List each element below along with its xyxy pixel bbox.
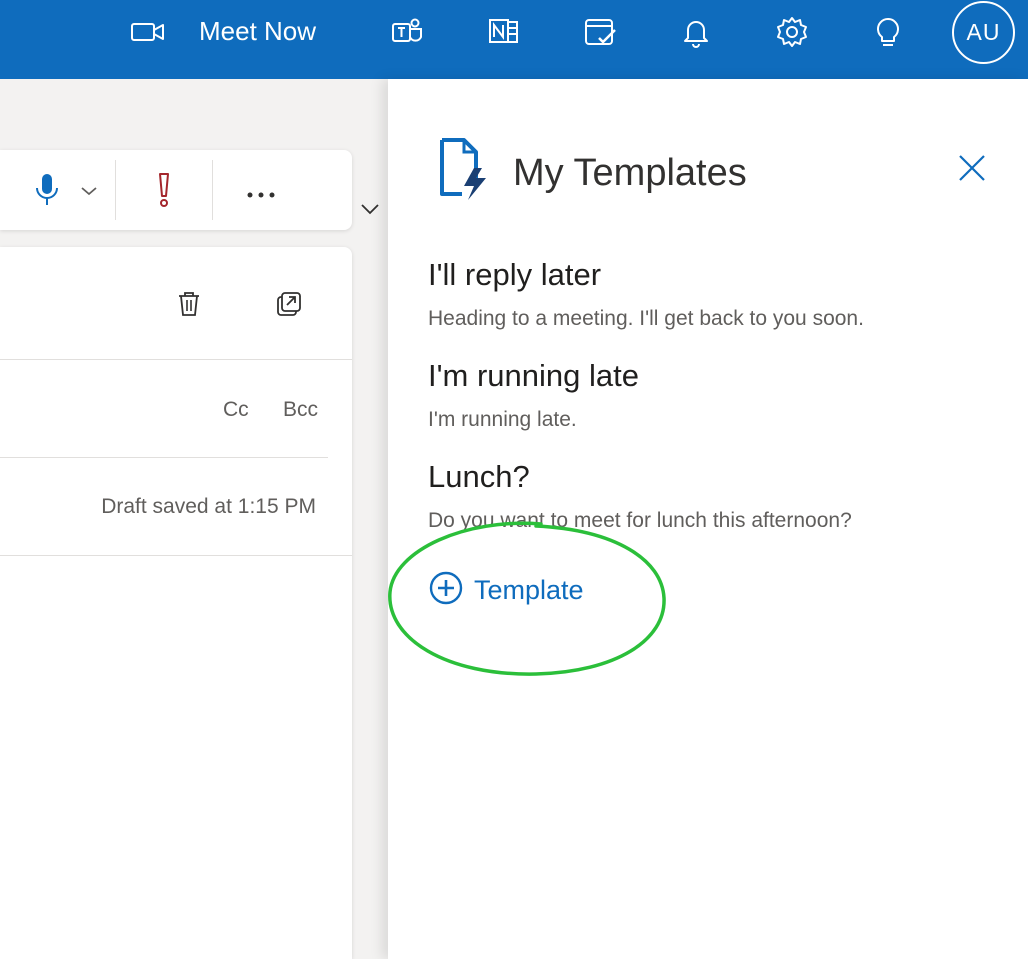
bcc-button[interactable]: Bcc <box>283 398 318 422</box>
top-bar: Meet Now AU <box>0 0 1028 79</box>
template-body[interactable]: Heading to a meeting. I'll get back to y… <box>428 305 864 333</box>
more-icon[interactable] <box>246 186 278 204</box>
avatar[interactable]: AU <box>952 1 1015 64</box>
divider <box>0 457 328 458</box>
compose-card <box>0 247 352 959</box>
draft-status: Draft saved at 1:15 PM <box>101 495 316 518</box>
todo-icon[interactable] <box>580 0 620 64</box>
template-body[interactable]: Do you want to meet for lunch this after… <box>428 507 852 535</box>
add-template-button[interactable]: Template <box>428 570 584 610</box>
bell-icon[interactable] <box>676 0 716 64</box>
teams-icon[interactable] <box>388 0 428 64</box>
template-body[interactable]: I'm running late. <box>428 406 577 434</box>
divider <box>0 555 352 556</box>
gear-icon[interactable] <box>772 0 812 64</box>
divider <box>0 359 352 360</box>
chevron-down-icon[interactable] <box>80 184 98 202</box>
add-template-label: Template <box>474 574 584 605</box>
template-title[interactable]: I'll reply later <box>428 256 601 294</box>
pop-out-icon[interactable] <box>275 290 303 323</box>
lightbulb-icon[interactable] <box>868 0 908 64</box>
toolbar-divider <box>212 160 213 220</box>
video-camera-icon[interactable] <box>128 0 168 64</box>
template-title[interactable]: Lunch? <box>428 458 530 496</box>
meet-now-button[interactable]: Meet Now <box>199 14 316 48</box>
add-circle-icon <box>428 570 464 611</box>
trash-icon[interactable] <box>176 290 202 323</box>
cc-button[interactable]: Cc <box>223 398 249 422</box>
compose-toolbar <box>0 150 352 230</box>
microphone-icon[interactable] <box>34 172 60 213</box>
panel-title: My Templates <box>513 152 747 194</box>
template-title[interactable]: I'm running late <box>428 357 639 395</box>
close-icon[interactable] <box>958 154 986 187</box>
importance-icon[interactable] <box>154 170 174 215</box>
toolbar-divider <box>115 160 116 220</box>
onenote-icon[interactable] <box>484 0 524 64</box>
templates-logo-icon <box>436 134 494 209</box>
chevron-down-icon[interactable] <box>360 202 380 221</box>
